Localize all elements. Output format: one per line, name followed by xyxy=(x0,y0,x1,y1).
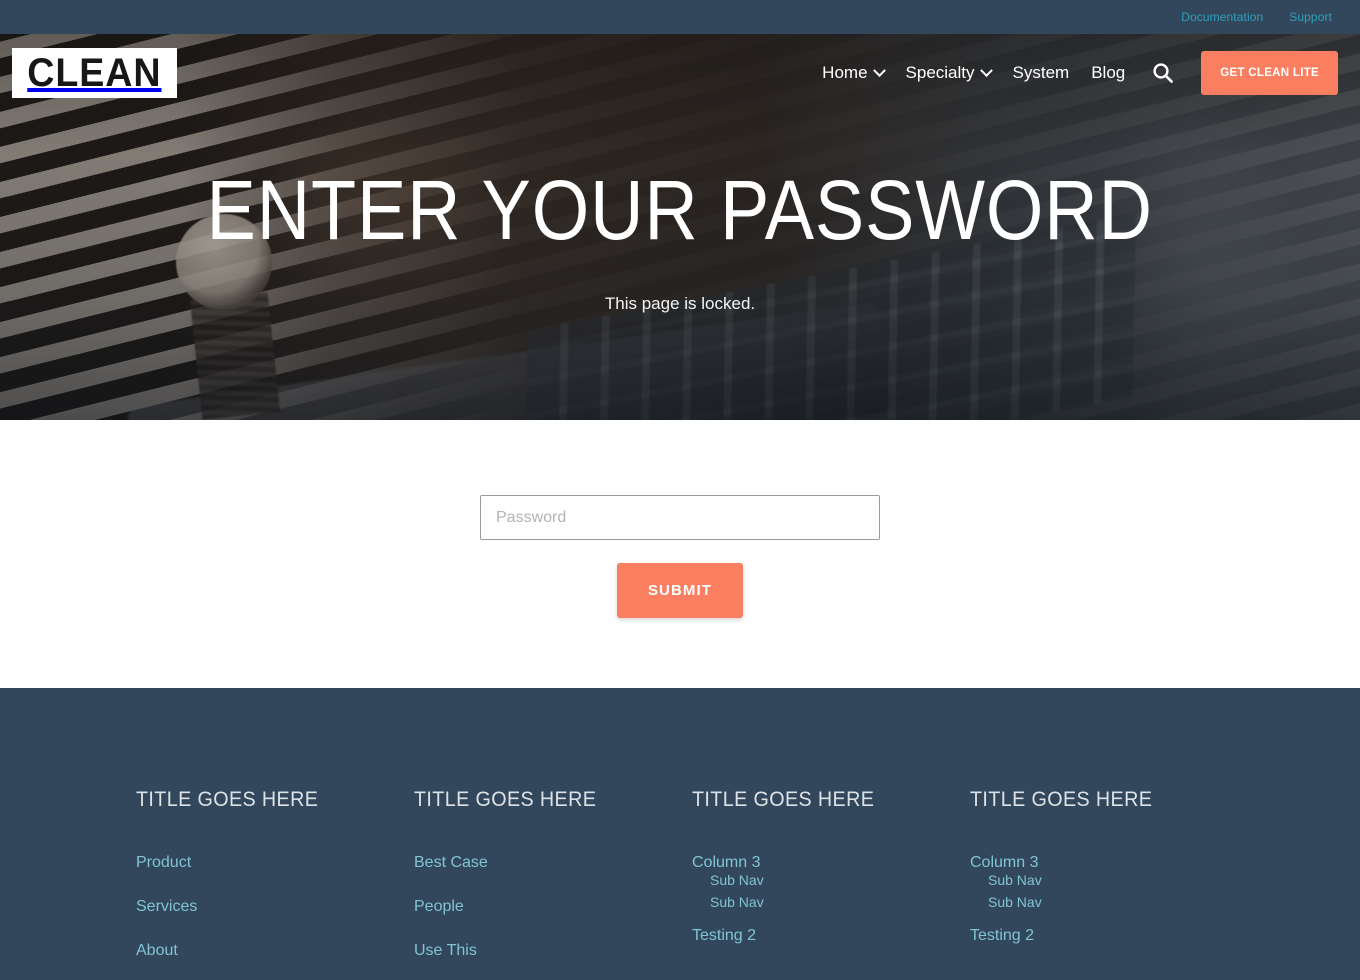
password-input[interactable] xyxy=(480,495,880,540)
footer-column-2: TITLE GOES HERE Best Case People Use Thi… xyxy=(414,788,692,980)
footer-sublink-sub-nav[interactable]: Sub Nav xyxy=(710,872,970,888)
hero-subtitle: This page is locked. xyxy=(604,294,756,313)
footer-sublink-sub-nav[interactable]: Sub Nav xyxy=(710,894,970,910)
footer-link-about[interactable]: About xyxy=(136,942,414,960)
password-form-section: SUBMIT xyxy=(0,420,1360,688)
nav-item-home[interactable]: Home xyxy=(822,63,886,83)
site-logo[interactable]: CLEAN xyxy=(12,48,177,98)
nav-item-specialty-label: Specialty xyxy=(905,63,975,82)
footer-link-people[interactable]: People xyxy=(414,898,692,916)
nav-item-system[interactable]: System xyxy=(1013,63,1070,83)
top-utility-bar: Documentation Support xyxy=(0,0,1360,34)
nav-item-blog[interactable]: Blog xyxy=(1091,63,1125,83)
nav-item-blog-label: Blog xyxy=(1091,63,1126,82)
footer-column-title: TITLE GOES HERE xyxy=(414,788,597,811)
footer-column-3: TITLE GOES HERE Column 3 Sub Nav Sub Nav… xyxy=(692,788,970,980)
submit-button[interactable]: SUBMIT xyxy=(616,563,744,618)
topbar-link-support[interactable]: Support xyxy=(1289,10,1332,24)
footer-link-services[interactable]: Services xyxy=(136,898,414,916)
footer-columns: TITLE GOES HERE Product Services About T… xyxy=(0,788,1360,980)
topbar-link-documentation[interactable]: Documentation xyxy=(1181,10,1263,24)
footer-link-testing-2[interactable]: Testing 2 xyxy=(692,927,970,945)
footer-link-product[interactable]: Product xyxy=(136,854,414,872)
nav-item-home-label: Home xyxy=(822,63,868,82)
nav-item-specialty[interactable]: Specialty xyxy=(905,63,993,83)
footer-column-4: TITLE GOES HERE Column 3 Sub Nav Sub Nav… xyxy=(970,788,1248,980)
footer-link-use-this[interactable]: Use This xyxy=(414,942,692,960)
footer-column-1: TITLE GOES HERE Product Services About xyxy=(136,788,414,980)
main-navigation: Home Specialty System Blog GET CLEAN LIT… xyxy=(822,51,1360,95)
footer-link-column-3[interactable]: Column 3 xyxy=(692,854,970,872)
footer-link-column-3[interactable]: Column 3 xyxy=(970,854,1248,872)
footer-sublink-sub-nav[interactable]: Sub Nav xyxy=(988,894,1248,910)
chevron-down-icon xyxy=(872,63,886,77)
nav-item-system-label: System xyxy=(1012,63,1070,82)
footer-column-title: TITLE GOES HERE xyxy=(692,788,875,811)
site-header: CLEAN Home Specialty System Blog GET CLE… xyxy=(0,34,1360,112)
search-icon xyxy=(1153,63,1174,83)
get-clean-lite-button[interactable]: GET CLEAN LITE xyxy=(1201,51,1338,95)
footer-column-title: TITLE GOES HERE xyxy=(136,788,319,811)
footer-sublink-sub-nav[interactable]: Sub Nav xyxy=(988,872,1248,888)
footer-link-best-case[interactable]: Best Case xyxy=(414,854,692,872)
footer-column-title: TITLE GOES HERE xyxy=(970,788,1153,811)
page-title: ENTER YOUR PASSWORD xyxy=(206,163,1154,257)
site-logo-text: CLEAN xyxy=(27,51,162,96)
chevron-down-icon xyxy=(979,63,993,77)
footer-link-testing-2[interactable]: Testing 2 xyxy=(970,927,1248,945)
search-button[interactable] xyxy=(1147,61,1179,85)
site-footer: TITLE GOES HERE Product Services About T… xyxy=(0,688,1360,980)
